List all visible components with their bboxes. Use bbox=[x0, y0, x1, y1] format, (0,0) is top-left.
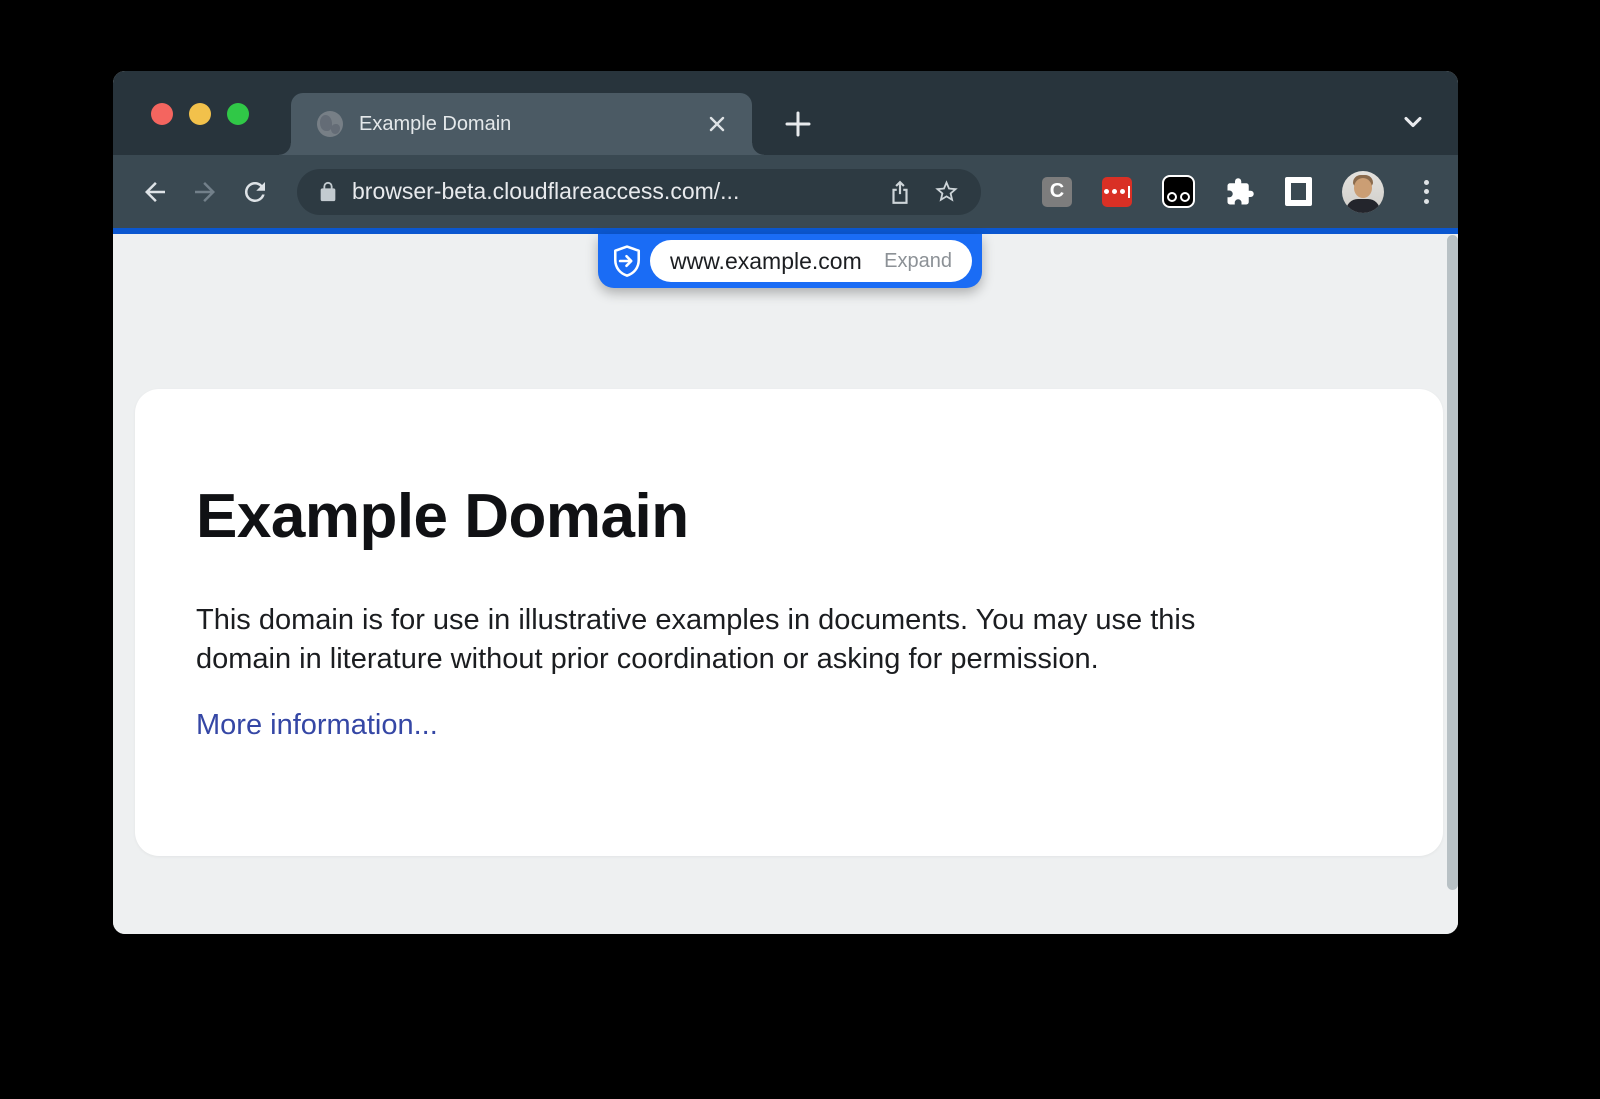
page-viewport: www.example.com Expand Example Domain Th… bbox=[113, 234, 1458, 934]
forward-arrow-icon bbox=[190, 177, 220, 207]
back-button[interactable] bbox=[135, 172, 175, 212]
extensions-puzzle-button[interactable] bbox=[1225, 177, 1255, 207]
toolbar: browser-beta.cloudflareaccess.com/... C bbox=[113, 155, 1458, 228]
shield-arrow-icon bbox=[610, 244, 644, 278]
browser-window: Example Domain bbox=[113, 71, 1458, 934]
lock-icon[interactable] bbox=[317, 181, 339, 203]
browser-menu-button[interactable] bbox=[1414, 172, 1438, 212]
puzzle-icon bbox=[1228, 178, 1254, 204]
isolation-badge: www.example.com Expand bbox=[598, 234, 982, 288]
isolated-domain-pill: www.example.com Expand bbox=[650, 240, 972, 282]
share-button[interactable] bbox=[885, 177, 915, 207]
lastpass-dots-icon bbox=[1104, 189, 1109, 194]
tab-example-domain[interactable]: Example Domain bbox=[291, 93, 752, 155]
more-information-link[interactable]: More information... bbox=[196, 709, 438, 742]
lastpass-extension-button[interactable] bbox=[1102, 177, 1132, 207]
bookmark-button[interactable] bbox=[931, 177, 961, 207]
globe-favicon-icon bbox=[317, 111, 343, 137]
star-icon bbox=[933, 178, 960, 205]
tab-close-button[interactable] bbox=[702, 109, 732, 139]
reload-button[interactable] bbox=[235, 172, 275, 212]
new-tab-button[interactable] bbox=[780, 106, 816, 142]
window-controls bbox=[151, 103, 249, 125]
url-text: browser-beta.cloudflareaccess.com/... bbox=[352, 178, 869, 205]
close-icon bbox=[706, 113, 728, 135]
tab-title: Example Domain bbox=[359, 113, 702, 136]
paragraph-line: This domain is for use in illustrative e… bbox=[196, 601, 1383, 640]
binoculars-icon bbox=[1167, 192, 1177, 202]
minimize-window-button[interactable] bbox=[189, 103, 211, 125]
chevron-down-icon bbox=[1399, 108, 1427, 136]
extension-cluster: C bbox=[1042, 171, 1438, 213]
kebab-menu-icon bbox=[1424, 180, 1429, 185]
address-bar[interactable]: browser-beta.cloudflareaccess.com/... bbox=[297, 169, 981, 215]
forward-button[interactable] bbox=[185, 172, 225, 212]
content-card: Example Domain This domain is for use in… bbox=[135, 389, 1443, 856]
close-window-button[interactable] bbox=[151, 103, 173, 125]
reload-icon bbox=[240, 177, 270, 207]
tab-strip: Example Domain bbox=[113, 71, 1458, 155]
page-paragraph: This domain is for use in illustrative e… bbox=[196, 601, 1383, 679]
binoculars-extension-button[interactable] bbox=[1162, 175, 1195, 208]
page-title: Example Domain bbox=[196, 483, 1383, 551]
profile-avatar[interactable] bbox=[1342, 171, 1384, 213]
vertical-scrollbar-thumb[interactable] bbox=[1447, 235, 1458, 890]
c-extension-button[interactable]: C bbox=[1042, 177, 1072, 207]
tab-search-button[interactable] bbox=[1398, 107, 1428, 137]
isolated-domain-text: www.example.com bbox=[670, 248, 862, 275]
expand-button[interactable]: Expand bbox=[884, 250, 952, 273]
plus-icon bbox=[783, 109, 813, 139]
share-icon bbox=[887, 179, 913, 205]
paragraph-line: domain in literature without prior coord… bbox=[196, 640, 1383, 679]
zoom-window-button[interactable] bbox=[227, 103, 249, 125]
back-arrow-icon bbox=[140, 177, 170, 207]
frame-extension-button[interactable] bbox=[1285, 177, 1312, 206]
